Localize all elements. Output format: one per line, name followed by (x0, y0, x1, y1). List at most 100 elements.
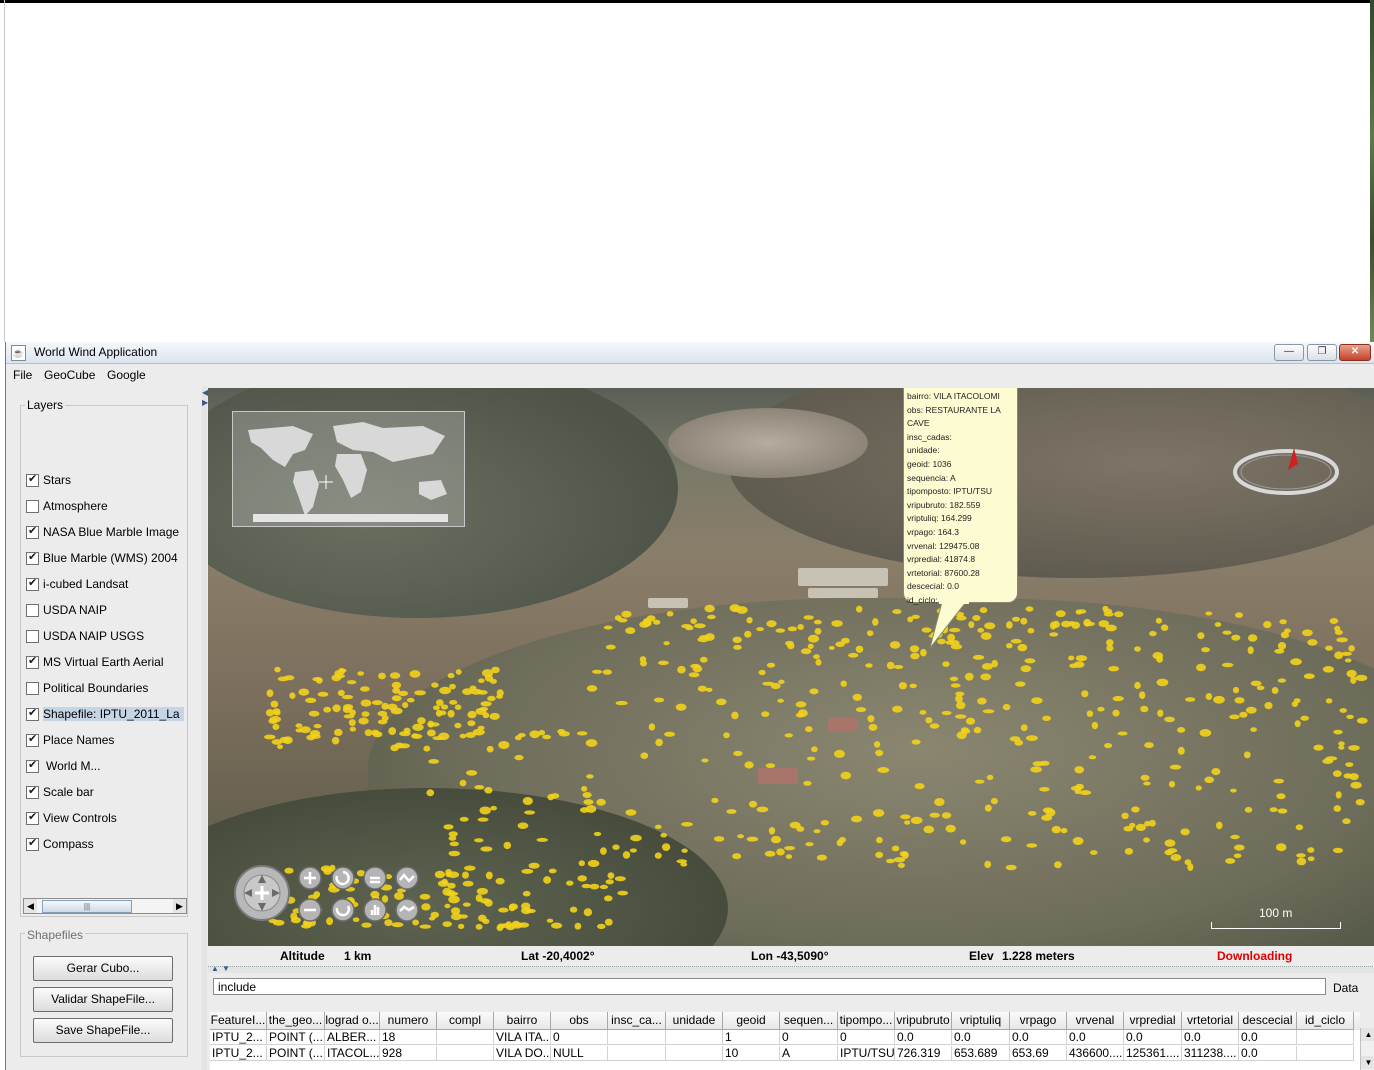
point-marker[interactable] (942, 661, 950, 667)
point-marker[interactable] (411, 733, 423, 739)
point-marker[interactable] (807, 643, 814, 649)
point-marker[interactable] (840, 771, 852, 780)
point-marker[interactable] (980, 673, 992, 681)
point-marker[interactable] (1117, 731, 1128, 736)
point-marker[interactable] (498, 741, 510, 749)
point-marker[interactable] (615, 700, 628, 706)
point-marker[interactable] (1325, 645, 1333, 651)
point-marker[interactable] (929, 723, 940, 729)
point-marker[interactable] (920, 648, 927, 657)
point-marker[interactable] (831, 620, 843, 627)
layer-row[interactable]: Atmosphere (26, 498, 186, 518)
point-marker[interactable] (1010, 638, 1022, 644)
point-marker[interactable] (426, 729, 436, 737)
point-marker[interactable] (867, 715, 875, 723)
point-marker[interactable] (364, 729, 373, 737)
point-marker[interactable] (690, 663, 701, 669)
point-marker[interactable] (528, 862, 540, 869)
point-marker[interactable] (1103, 611, 1114, 617)
point-marker[interactable] (295, 728, 303, 733)
point-marker[interactable] (806, 756, 816, 761)
point-marker[interactable] (1124, 848, 1134, 855)
point-marker[interactable] (800, 648, 812, 655)
point-marker[interactable] (756, 627, 764, 632)
point-marker[interactable] (448, 895, 460, 904)
point-marker[interactable] (511, 922, 523, 929)
point-marker[interactable] (1071, 621, 1080, 629)
point-marker[interactable] (1049, 632, 1059, 637)
point-marker[interactable] (1204, 776, 1215, 784)
point-marker[interactable] (614, 876, 626, 882)
point-marker[interactable] (521, 868, 534, 874)
point-marker[interactable] (607, 872, 615, 879)
point-marker[interactable] (277, 744, 283, 750)
point-marker[interactable] (409, 670, 421, 678)
point-marker[interactable] (1075, 655, 1088, 662)
point-marker[interactable] (457, 923, 465, 930)
point-marker[interactable] (585, 805, 597, 813)
point-marker[interactable] (357, 671, 365, 676)
point-marker[interactable] (517, 822, 529, 829)
point-marker[interactable] (439, 686, 451, 695)
point-marker[interactable] (1152, 652, 1164, 660)
point-marker[interactable] (707, 614, 716, 620)
layer-row[interactable]: World M... (26, 758, 186, 778)
point-marker[interactable] (1296, 853, 1306, 858)
point-marker[interactable] (270, 700, 279, 708)
column-header[interactable]: lograd o... (325, 1012, 380, 1030)
point-marker[interactable] (1339, 708, 1347, 713)
column-header[interactable]: vrtetorial (1182, 1012, 1239, 1030)
point-marker[interactable] (1332, 847, 1344, 854)
point-marker[interactable] (872, 618, 879, 626)
point-marker[interactable] (475, 923, 483, 930)
point-marker[interactable] (1274, 648, 1285, 654)
column-header[interactable]: sequen... (780, 1012, 838, 1030)
point-marker[interactable] (785, 854, 793, 859)
point-marker[interactable] (551, 922, 563, 929)
point-marker[interactable] (341, 694, 354, 700)
point-marker[interactable] (893, 857, 906, 863)
point-marker[interactable] (1169, 764, 1182, 770)
point-marker[interactable] (467, 720, 476, 727)
point-marker[interactable] (599, 884, 609, 890)
layer-row[interactable]: MS Virtual Earth Aerial (26, 654, 186, 674)
point-marker[interactable] (445, 871, 452, 878)
point-marker[interactable] (1060, 827, 1068, 834)
point-marker[interactable] (467, 710, 477, 719)
point-marker[interactable] (1104, 743, 1113, 749)
point-marker[interactable] (899, 851, 908, 857)
point-marker[interactable] (1195, 785, 1202, 791)
point-marker[interactable] (419, 924, 432, 929)
point-marker[interactable] (459, 779, 467, 787)
point-marker[interactable] (372, 731, 383, 738)
point-marker[interactable] (1002, 703, 1011, 711)
point-marker[interactable] (855, 645, 864, 653)
point-marker[interactable] (949, 676, 959, 682)
table-cell[interactable]: IPTU_2... (210, 1030, 267, 1045)
layer-checkbox[interactable] (26, 576, 39, 591)
point-marker[interactable] (1156, 678, 1169, 687)
point-marker[interactable] (1294, 720, 1301, 728)
point-marker[interactable] (974, 779, 985, 784)
table-cell[interactable]: ITACOL... (325, 1046, 380, 1061)
table-cell[interactable]: 0 (838, 1030, 895, 1045)
point-marker[interactable] (482, 712, 490, 719)
point-marker[interactable] (438, 710, 447, 716)
point-marker[interactable] (1256, 685, 1265, 691)
point-marker[interactable] (855, 707, 867, 713)
point-marker[interactable] (1025, 606, 1034, 612)
layer-row[interactable]: USDA NAIP USGS (26, 628, 186, 648)
table-cell[interactable] (608, 1030, 666, 1045)
table-cell[interactable] (437, 1046, 494, 1061)
point-marker[interactable] (766, 620, 777, 628)
point-marker[interactable] (1264, 702, 1273, 710)
point-marker[interactable] (1221, 662, 1234, 668)
point-marker[interactable] (268, 718, 278, 724)
point-marker[interactable] (614, 615, 622, 621)
point-marker[interactable] (852, 693, 862, 701)
point-marker[interactable] (1121, 812, 1129, 819)
point-marker[interactable] (434, 870, 446, 879)
point-marker[interactable] (762, 681, 775, 686)
point-marker[interactable] (477, 817, 489, 822)
point-marker[interactable] (1322, 758, 1334, 764)
